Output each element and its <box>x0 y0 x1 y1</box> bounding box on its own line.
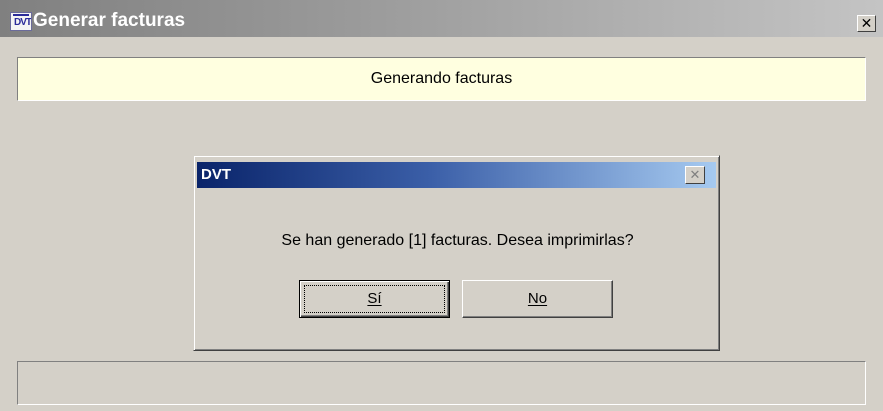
outer-close-button[interactable]: ✕ <box>857 15 876 32</box>
dialog-message: Se han generado [1] facturas. Desea impr… <box>281 232 634 249</box>
confirm-dialog: DVT ✕ Se han generado [1] facturas. Dese… <box>193 155 720 351</box>
dialog-title: DVT <box>201 166 231 183</box>
dialog-close-button[interactable]: ✕ <box>685 166 705 184</box>
outer-titlebar[interactable]: DVT Generar facturas ✕ <box>0 0 883 37</box>
no-button[interactable]: No <box>462 280 613 318</box>
yes-button-label: Sí <box>367 290 382 307</box>
status-bar <box>17 361 866 405</box>
progress-banner: Generando facturas <box>17 57 866 101</box>
outer-window-title: Generar facturas <box>33 10 186 31</box>
app-icon-text: DVT <box>14 17 31 28</box>
close-icon: ✕ <box>689 167 701 182</box>
dialog-titlebar[interactable]: DVT ✕ <box>197 162 716 188</box>
banner-text: Generando facturas <box>370 70 513 87</box>
yes-button[interactable]: Sí <box>299 280 450 318</box>
no-button-label: No <box>527 290 548 307</box>
close-icon: ✕ <box>860 15 873 31</box>
app-document-icon: DVT <box>10 12 32 31</box>
